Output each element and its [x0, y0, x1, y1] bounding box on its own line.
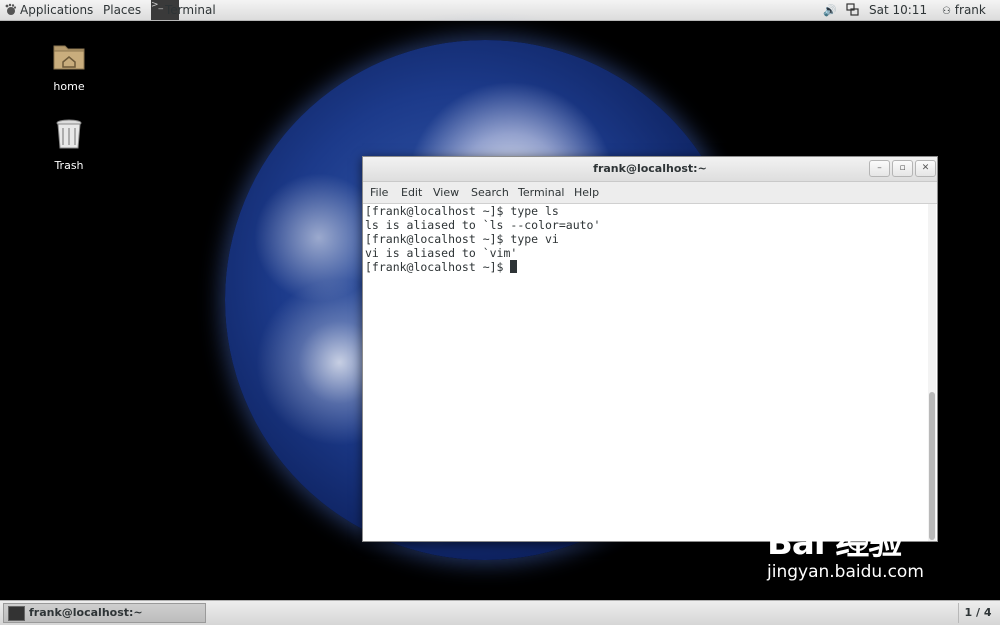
gnome-foot-icon — [5, 3, 17, 15]
close-button[interactable]: ✕ — [915, 160, 936, 177]
terminal-line: vi is aliased to `vim' — [365, 246, 518, 260]
taskbar-label: frank@localhost:~ — [29, 606, 143, 619]
menu-search[interactable]: Search — [471, 182, 509, 203]
desktop-icon-home[interactable]: home — [29, 38, 109, 93]
terminal-prompt-line: [frank@localhost ~]$ — [365, 260, 927, 274]
terminal-output[interactable]: [frank@localhost ~]$ type ls ls is alias… — [365, 204, 927, 539]
desktop-icon-label: Trash — [54, 159, 84, 172]
folder-home-icon — [53, 45, 85, 70]
desktop-icon-trash[interactable]: Trash — [29, 117, 109, 172]
maximize-button[interactable]: ▫ — [892, 160, 913, 177]
speaker-icon[interactable]: 🔊 — [823, 0, 837, 21]
network-icon[interactable] — [846, 0, 859, 21]
top-panel: Applications Places >_ Terminal 🔊 Sat 10:… — [0, 0, 1000, 21]
terminal-line: [frank@localhost ~]$ type ls — [365, 204, 559, 218]
watermark-url: jingyan.baidu.com — [767, 562, 924, 582]
applications-label: Applications — [20, 3, 94, 17]
places-menu[interactable]: Places — [103, 0, 141, 21]
terminal-line: [frank@localhost ~]$ type vi — [365, 232, 559, 246]
baidu-watermark: Bai 经验 jingyan.baidu.com — [767, 515, 924, 582]
user-name: frank — [954, 3, 986, 17]
workspace-switcher[interactable]: 1 / 4 — [958, 603, 997, 623]
menu-terminal[interactable]: Terminal — [518, 182, 565, 203]
applications-menu[interactable]: Applications — [4, 0, 93, 21]
menu-help[interactable]: Help — [574, 182, 599, 203]
paw-icon — [841, 517, 876, 551]
terminal-window: frank@localhost:~ – ▫ ✕ File Edit View S… — [362, 156, 938, 542]
terminal-icon — [8, 606, 25, 621]
bottom-panel: frank@localhost:~ 1 / 4 — [0, 600, 1000, 625]
terminal-prompt: [frank@localhost ~]$ — [365, 260, 511, 274]
menu-view[interactable]: View — [433, 182, 459, 203]
taskbar-button-terminal[interactable]: frank@localhost:~ — [3, 603, 206, 623]
user-menu[interactable]: ⚇ frank — [942, 0, 986, 21]
menu-file[interactable]: File — [370, 182, 388, 203]
user-icon: ⚇ — [942, 6, 951, 17]
desktop-icon-label: home — [53, 80, 85, 93]
window-titlebar[interactable]: frank@localhost:~ – ▫ ✕ — [363, 157, 937, 182]
terminal-app-label: Terminal — [165, 3, 216, 17]
menu-bar: File Edit View Search Terminal Help — [363, 182, 937, 204]
scrollbar[interactable] — [928, 204, 936, 541]
scrollbar-thumb[interactable] — [929, 392, 935, 540]
terminal-app-menu[interactable]: >_ Terminal — [151, 0, 216, 21]
trash-icon — [56, 119, 82, 149]
minimize-button[interactable]: – — [869, 160, 890, 177]
clock[interactable]: Sat 10:11 — [869, 0, 927, 21]
terminal-line: ls is aliased to `ls --color=auto' — [365, 218, 601, 232]
text-cursor — [510, 260, 518, 273]
window-title: frank@localhost:~ — [593, 162, 707, 175]
menu-edit[interactable]: Edit — [401, 182, 422, 203]
